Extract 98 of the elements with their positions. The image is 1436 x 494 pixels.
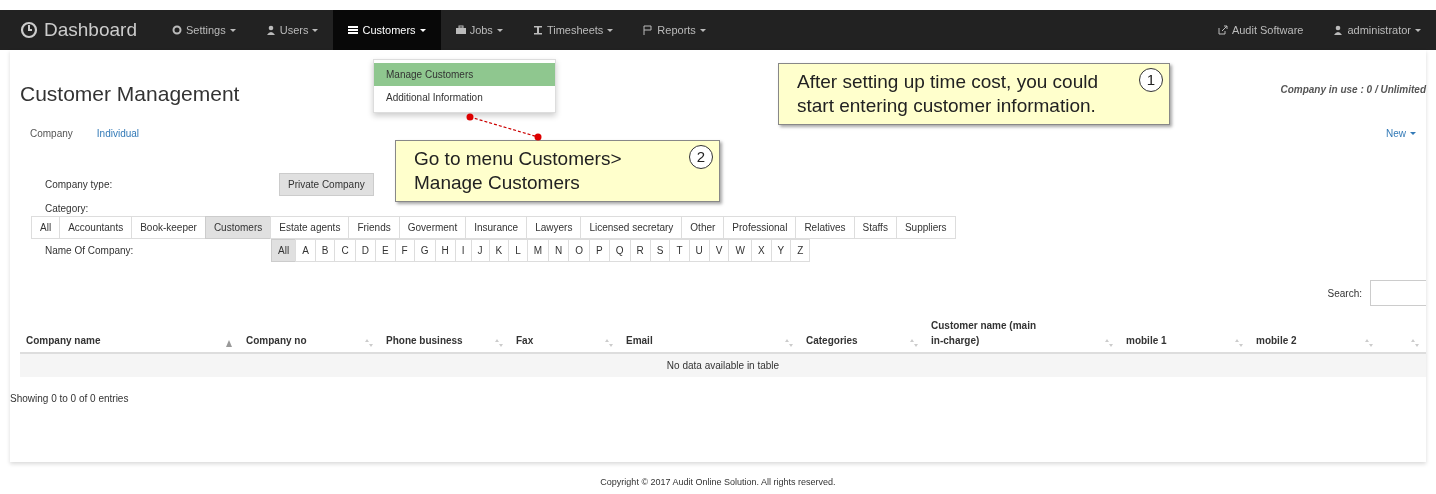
list-icon xyxy=(348,25,359,35)
letter-button[interactable]: T xyxy=(669,239,690,262)
letter-button[interactable]: W xyxy=(728,239,752,262)
sort-icon xyxy=(909,338,919,348)
filter-button[interactable]: Other xyxy=(681,216,725,239)
letter-button[interactable]: All xyxy=(271,239,297,262)
filter-button[interactable]: Customers xyxy=(204,216,272,239)
letter-button[interactable]: L xyxy=(508,239,528,262)
filter-label: Name Of Company: xyxy=(45,244,135,258)
letter-button[interactable]: D xyxy=(354,239,376,262)
filter-label: Company type: xyxy=(45,177,114,192)
callout-text: Go to menu Customers> Manage Customers xyxy=(414,148,622,193)
menu-item[interactable]: Additional Information xyxy=(374,86,555,109)
nav-menu[interactable]: Users xyxy=(250,10,334,50)
caret-icon xyxy=(607,28,614,32)
column-header[interactable]: Company name xyxy=(26,333,101,348)
caret-icon xyxy=(496,28,503,32)
letter-button[interactable]: R xyxy=(629,239,651,262)
sort-icon xyxy=(784,338,794,348)
step-number: 1 xyxy=(1139,68,1163,92)
sort-icon xyxy=(224,338,234,348)
sort-icon xyxy=(364,338,374,348)
hourglass-icon xyxy=(532,25,543,35)
column-header[interactable]: Fax xyxy=(516,333,534,348)
callout-text: After setting up time cost, you could start entering customer information. xyxy=(797,71,1098,116)
user-icon xyxy=(265,25,276,35)
sort-icon xyxy=(604,338,614,348)
tab[interactable]: Individual xyxy=(96,125,140,141)
external-link-icon xyxy=(1217,25,1228,35)
letter-button[interactable]: Z xyxy=(790,239,811,262)
briefcase-icon xyxy=(455,25,466,35)
new-button[interactable]: New xyxy=(1386,125,1416,141)
nav-menu[interactable]: Timesheets xyxy=(517,10,629,50)
filter-label: Category: xyxy=(45,202,89,214)
filter-button[interactable]: Professional xyxy=(723,216,797,239)
letter-button[interactable]: H xyxy=(434,239,456,262)
column-header[interactable]: mobile 2 xyxy=(1256,333,1297,348)
column-header[interactable]: Phone business xyxy=(386,333,463,348)
page-title: Customer Management xyxy=(20,81,240,107)
brand-text: Dashboard xyxy=(44,17,137,42)
letter-button[interactable]: F xyxy=(394,239,415,262)
filter-button[interactable]: Relatives xyxy=(795,216,855,239)
table-info: Showing 0 to 0 of 0 entries xyxy=(10,392,130,406)
filter-button[interactable]: Private Company xyxy=(279,172,374,196)
sort-icon xyxy=(1364,338,1374,348)
column-header[interactable]: Email xyxy=(626,333,653,348)
nav-menu[interactable]: Settings xyxy=(156,10,251,50)
search-label: Search: xyxy=(1327,286,1362,301)
filter-button[interactable]: Friends xyxy=(348,216,400,239)
company-count: Company in use : 0 / Unlimited xyxy=(1280,83,1426,97)
filter-button[interactable]: Book-keeper xyxy=(131,216,206,239)
nav-link[interactable]: Audit Software xyxy=(1202,10,1319,50)
menu-item[interactable]: Manage Customers xyxy=(374,63,555,86)
letter-button[interactable]: N xyxy=(548,239,570,262)
caret-icon xyxy=(1415,28,1421,32)
column-header[interactable]: Company no xyxy=(246,333,307,348)
letter-button[interactable]: Q xyxy=(608,239,631,262)
sort-icon xyxy=(1104,338,1114,348)
nav-menu[interactable]: Customers xyxy=(333,10,441,50)
filter-button[interactable]: All xyxy=(31,216,61,239)
filter-button[interactable]: Goverment xyxy=(398,216,467,239)
letter-button[interactable]: P xyxy=(589,239,610,262)
sort-icon xyxy=(1234,338,1244,348)
filter-button[interactable]: Staffs xyxy=(853,216,897,239)
letter-button[interactable]: A xyxy=(295,239,316,262)
letter-button[interactable]: E xyxy=(374,239,396,262)
filter-button[interactable]: Suppliers xyxy=(895,216,956,239)
tab[interactable]: Company xyxy=(30,125,73,141)
column-header[interactable]: Categories xyxy=(806,333,858,348)
caret-icon xyxy=(229,28,236,32)
filter-button[interactable]: Accountants xyxy=(59,216,133,239)
column-header[interactable]: mobile 1 xyxy=(1126,333,1167,348)
letter-button[interactable]: O xyxy=(568,239,591,262)
letter-button[interactable]: C xyxy=(334,239,356,262)
filter-button[interactable]: Lawyers xyxy=(526,216,582,239)
caret-icon xyxy=(699,28,706,32)
brand-link[interactable]: Dashboard xyxy=(20,10,137,50)
filter-button[interactable]: Licensed secretary xyxy=(580,216,683,239)
nav-link[interactable]: administrator xyxy=(1318,10,1436,50)
letter-button[interactable]: U xyxy=(688,239,710,262)
filter-button[interactable]: Estate agents xyxy=(270,216,350,239)
search-field[interactable] xyxy=(1370,280,1426,306)
empty-message: No data available in table xyxy=(666,360,780,371)
clock-icon xyxy=(20,21,38,39)
sort-icon xyxy=(494,338,504,348)
column-header[interactable]: Customer name (main in-charge) xyxy=(931,318,1041,348)
caret-icon xyxy=(312,28,319,32)
caret-icon xyxy=(1410,131,1416,135)
letter-button[interactable]: X xyxy=(750,239,772,262)
nav-menu[interactable]: Jobs xyxy=(440,10,518,50)
filter-button[interactable]: Insurance xyxy=(465,216,528,239)
letter-button[interactable]: G xyxy=(413,239,436,262)
caret-icon xyxy=(419,28,426,32)
nav-menu[interactable]: Reports xyxy=(628,10,721,50)
step-number: 2 xyxy=(689,145,713,169)
copyright-text: Copyright © 2017 Audit Online Solution. All rights reserved. xyxy=(600,477,836,487)
sort-icon xyxy=(1410,338,1420,348)
user-icon xyxy=(1333,25,1344,35)
